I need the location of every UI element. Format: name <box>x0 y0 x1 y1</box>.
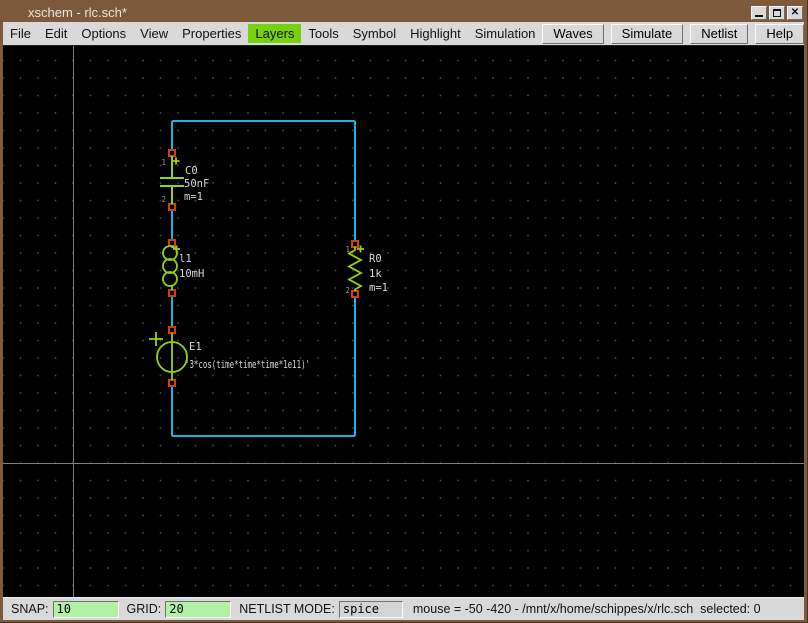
xschem-window: xschem - rlc.sch* ✕ File Edit Options Vi… <box>0 0 808 623</box>
menu-highlight[interactable]: Highlight <box>403 24 468 43</box>
schematic-canvas[interactable]: 1 2 C0 50nF m=1 l1 10mH <box>3 46 804 597</box>
maximize-button[interactable] <box>769 6 785 20</box>
component-ref: R0 <box>369 253 382 265</box>
help-button[interactable]: Help <box>755 24 804 44</box>
menu-options[interactable]: Options <box>74 24 133 43</box>
netlist-mode-label: NETLIST MODE: <box>239 602 335 616</box>
mouse-status-text: mouse = -50 -420 - /mnt/x/home/schippes/… <box>413 602 761 616</box>
pin-number: 2 <box>161 195 166 204</box>
inductor-loop-icon <box>163 259 177 273</box>
component-inductor[interactable]: l1 10mH <box>163 240 204 296</box>
menu-edit[interactable]: Edit <box>38 24 74 43</box>
pin-number: 2 <box>345 286 350 295</box>
component-mult: m=1 <box>184 191 203 203</box>
pin-square-icon <box>169 204 175 210</box>
menubar: File Edit Options View Properties Layers… <box>3 22 804 46</box>
maximize-icon <box>773 9 781 17</box>
grid-input[interactable] <box>165 601 231 618</box>
pin-number: 1 <box>345 245 350 254</box>
pin-number: 1 <box>161 158 166 167</box>
close-icon: ✕ <box>791 8 799 18</box>
menu-file[interactable]: File <box>3 24 38 43</box>
component-capacitor[interactable]: 1 2 C0 50nF m=1 <box>160 150 209 210</box>
component-ref: l1 <box>179 253 192 265</box>
netlist-mode-input[interactable] <box>339 601 403 618</box>
component-ref: E1 <box>189 341 202 353</box>
close-button[interactable]: ✕ <box>787 6 803 20</box>
rlc-schematic: 1 2 C0 50nF m=1 l1 10mH <box>3 46 804 597</box>
pin-square-icon <box>169 290 175 296</box>
window-title: xschem - rlc.sch* <box>28 5 751 20</box>
pin-square-icon <box>352 291 358 297</box>
titlebar: xschem - rlc.sch* ✕ <box>0 0 807 22</box>
component-resistor[interactable]: 1 2 R0 1k m=1 <box>345 241 387 297</box>
menu-symbol[interactable]: Symbol <box>346 24 403 43</box>
snap-input[interactable] <box>53 601 119 618</box>
grid-label: GRID: <box>127 602 162 616</box>
component-value: 10mH <box>179 268 204 280</box>
waves-button[interactable]: Waves <box>542 24 603 44</box>
menu-simulation[interactable]: Simulation <box>468 24 543 43</box>
component-ref: C0 <box>185 165 198 177</box>
component-value: 50nF <box>184 178 209 190</box>
simulate-button[interactable]: Simulate <box>611 24 684 44</box>
pin-square-icon <box>169 150 175 156</box>
pin-square-icon <box>169 380 175 386</box>
statusbar: SNAP: GRID: NETLIST MODE: mouse = -50 -4… <box>3 597 804 620</box>
component-value: '3*cos(time*time*time*1e11)' <box>185 359 310 371</box>
component-value: 1k <box>369 268 382 280</box>
snap-label: SNAP: <box>11 602 49 616</box>
menu-layers[interactable]: Layers <box>248 24 301 43</box>
minimize-button[interactable] <box>751 6 767 20</box>
pin-square-icon <box>169 240 175 246</box>
netlist-button[interactable]: Netlist <box>690 24 748 44</box>
pin-square-icon <box>169 327 175 333</box>
menu-tools[interactable]: Tools <box>301 24 345 43</box>
component-mult: m=1 <box>369 282 388 294</box>
component-voltage-source[interactable]: E1 '3*cos(time*time*time*1e11)' <box>149 327 310 386</box>
pin-square-icon <box>352 241 358 247</box>
menu-properties[interactable]: Properties <box>175 24 248 43</box>
inductor-loop-icon <box>163 272 177 286</box>
menu-view[interactable]: View <box>133 24 175 43</box>
minimize-icon <box>755 14 763 17</box>
polarity-plus-icon <box>149 332 163 346</box>
window-bottom-edge <box>0 620 807 622</box>
window-controls: ✕ <box>751 6 803 20</box>
polarity-plus-icon <box>173 158 180 165</box>
resistor-symbol-icon <box>349 247 361 291</box>
